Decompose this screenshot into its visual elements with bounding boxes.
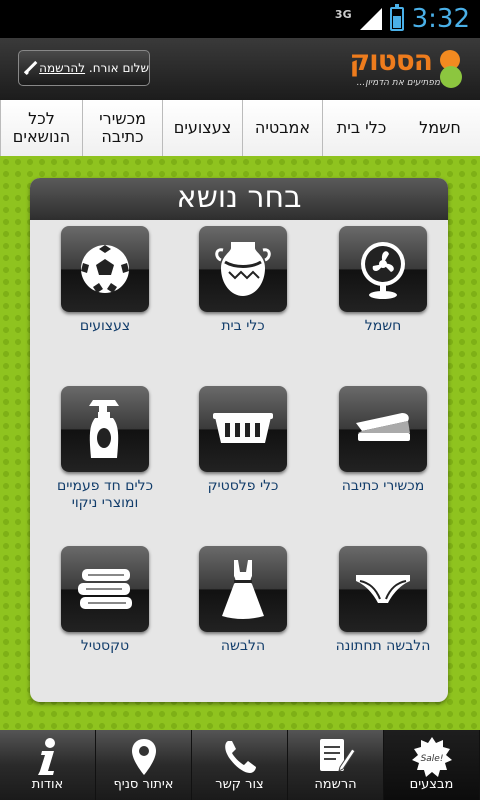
main-content: בחר נושא חשמל כלי בית צעצועים מכשירי כתי… bbox=[0, 156, 480, 730]
nav-label: אודות bbox=[31, 777, 64, 792]
logo: הסטוק מפתיעים את הדמיון... bbox=[316, 44, 466, 96]
topic-stationery[interactable]: מכשירי כתיבה bbox=[318, 386, 448, 495]
tab-bathroom[interactable]: אמבטיה bbox=[242, 100, 322, 156]
tab-electricity[interactable]: חשמל bbox=[400, 100, 480, 156]
towels-icon bbox=[61, 546, 149, 632]
battery-icon bbox=[389, 4, 404, 31]
topic-clothing[interactable]: הלבשה bbox=[178, 546, 308, 655]
topic-label: מכשירי כתיבה bbox=[341, 478, 425, 494]
nav-branch-locator[interactable]: איתור סניף bbox=[96, 730, 192, 800]
topic-panel: בחר נושא חשמל כלי בית צעצועים מכשירי כתי… bbox=[30, 178, 448, 702]
nav-registration[interactable]: הרשמה bbox=[288, 730, 384, 800]
logo-text: הסטוק bbox=[349, 44, 433, 77]
nav-label: איתור סניף bbox=[113, 777, 174, 792]
topic-label: צעצועים bbox=[79, 318, 131, 334]
spray-bottle-icon bbox=[61, 386, 149, 472]
nav-label: מבצעים bbox=[409, 777, 454, 792]
topic-label: טקסטיל bbox=[80, 638, 130, 654]
topic-label: הלבשה bbox=[220, 638, 266, 654]
sale-icon: Sale! bbox=[411, 737, 452, 777]
fan-icon bbox=[339, 226, 427, 312]
topic-label: כלי בית bbox=[221, 318, 265, 334]
clock: 3:32 bbox=[411, 4, 470, 34]
map-pin-icon bbox=[130, 737, 158, 777]
topic-disposables-cleaning[interactable]: כלים חד פעמיים ומוצרי ניקוי bbox=[40, 386, 170, 512]
svg-text:Sale!: Sale! bbox=[420, 754, 443, 764]
form-icon bbox=[316, 737, 356, 777]
tab-all-topics[interactable]: לכל הנושאים bbox=[0, 100, 82, 156]
status-bar: 3G 3:32 bbox=[0, 0, 480, 38]
logo-green-dot bbox=[440, 66, 462, 88]
basket-icon bbox=[199, 386, 287, 472]
category-tabs: חשמל כלי בית אמבטיה צעצועים מכשירי כתיבה… bbox=[0, 100, 480, 156]
nav-label: הרשמה bbox=[314, 777, 357, 792]
register-link[interactable]: להרשמה bbox=[39, 61, 85, 75]
phone-icon bbox=[222, 737, 258, 777]
soccer-ball-icon bbox=[61, 226, 149, 312]
bottom-nav: אודות איתור סניף צור קשר הרשמה Sale! מבצ… bbox=[0, 730, 480, 800]
stapler-icon bbox=[339, 386, 427, 472]
nav-sales[interactable]: Sale! מבצעים bbox=[384, 730, 480, 800]
topic-housewares[interactable]: כלי בית bbox=[178, 226, 308, 335]
topic-underwear[interactable]: הלבשה תחתונה bbox=[318, 546, 448, 655]
topic-label: הלבשה תחתונה bbox=[335, 638, 431, 654]
topic-label: חשמל bbox=[364, 318, 402, 334]
dress-icon bbox=[199, 546, 287, 632]
app-header: שלום אורח. להרשמה הסטוק מפתיעים את הדמיו… bbox=[0, 38, 480, 100]
info-icon bbox=[36, 737, 60, 777]
tab-stationery[interactable]: מכשירי כתיבה bbox=[82, 100, 162, 156]
chevron-left-icon bbox=[23, 60, 39, 76]
topic-toys[interactable]: צעצועים bbox=[40, 226, 170, 335]
topic-label: כלים חד פעמיים ומוצרי ניקוי bbox=[56, 478, 154, 511]
vase-icon bbox=[199, 226, 287, 312]
network-type: 3G bbox=[334, 7, 352, 21]
topic-grid: חשמל כלי בית צעצועים מכשירי כתיבה כלי פל… bbox=[30, 220, 448, 702]
logo-tagline: מפתיעים את הדמיון... bbox=[356, 78, 440, 88]
topic-textile[interactable]: טקסטיל bbox=[40, 546, 170, 655]
topic-label: כלי פלסטיק bbox=[207, 478, 279, 494]
panel-title: בחר נושא bbox=[30, 178, 448, 220]
topic-electricity[interactable]: חשמל bbox=[318, 226, 448, 335]
nav-about[interactable]: אודות bbox=[0, 730, 96, 800]
topic-plastic[interactable]: כלי פלסטיק bbox=[178, 386, 308, 495]
login-button[interactable]: שלום אורח. להרשמה bbox=[18, 50, 150, 86]
nav-label: צור קשר bbox=[215, 777, 264, 792]
nav-contact[interactable]: צור קשר bbox=[192, 730, 288, 800]
tab-toys[interactable]: צעצועים bbox=[162, 100, 242, 156]
signal-icon bbox=[359, 8, 382, 30]
greeting-text: שלום אורח. bbox=[88, 61, 149, 75]
tab-housewares[interactable]: כלי בית bbox=[322, 100, 400, 156]
underwear-icon bbox=[339, 546, 427, 632]
